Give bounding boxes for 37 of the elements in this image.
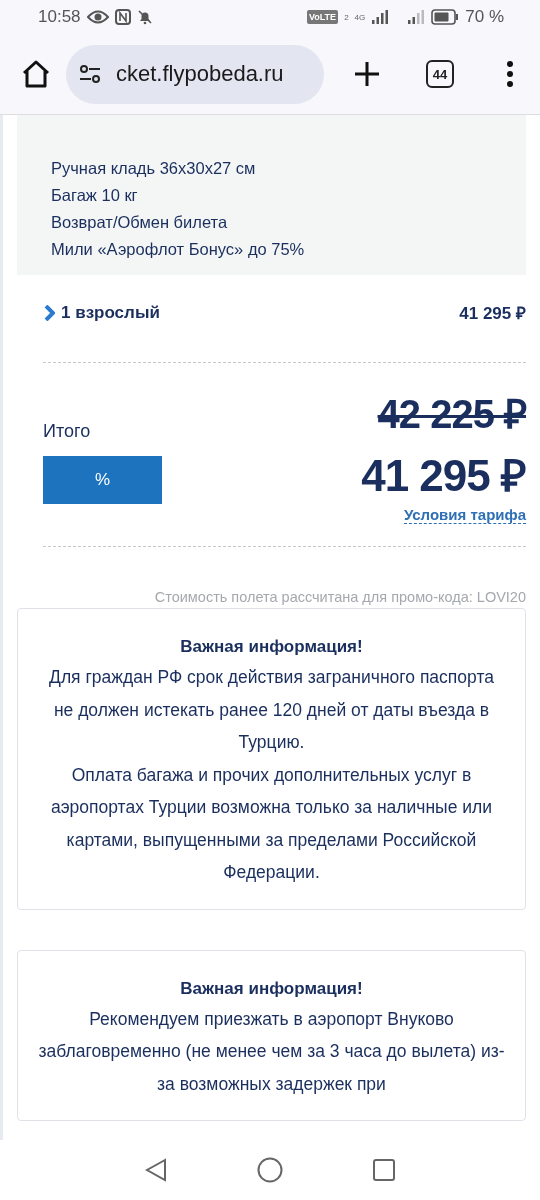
card-paragraph: Для граждан РФ срок действия заграничного паспорта не должен истекать ранее 120 дней от даты въезда в Турцию. (48, 666, 495, 754)
card-title: Важная информация! (179, 977, 364, 1000)
promo-note: Стоимость полета рассчитана для промо-кода: LOVI20 (153, 589, 526, 605)
home-icon[interactable] (20, 59, 52, 89)
passenger-label[interactable]: 1 взрослый (61, 302, 160, 323)
recents-icon[interactable] (373, 1159, 395, 1181)
more-menu-icon[interactable] (506, 61, 514, 87)
total-label: Итого (43, 421, 92, 442)
card-title: Важная информация! (179, 636, 364, 658)
muted-bell-icon (136, 9, 153, 25)
passenger-price: 41 295 ₽ (459, 303, 526, 324)
nfc-icon (114, 9, 131, 25)
card-paragraph: Рекомендуем приезжать в аэропорт Внуково заблаговременно (не менее чем за 3 часа до вылета) из-за возможных задержек при (38, 1007, 505, 1096)
volte-badge: VoLTE (306, 10, 339, 24)
chevron-right-icon[interactable] (43, 304, 55, 321)
tab-count[interactable]: 44 (426, 60, 454, 88)
eye-icon (86, 10, 109, 24)
site-settings-icon[interactable] (78, 64, 102, 84)
promo-code-button[interactable]: % (43, 456, 162, 504)
fare-feature: Ручная кладь 36x30x27 см (51, 159, 257, 178)
clock: 10:58 (38, 7, 81, 27)
network-type: 4G (354, 12, 366, 22)
sim-number: 2 (344, 12, 349, 22)
old-price: 42 225 ₽ (377, 391, 526, 438)
card-paragraph: Оплата багажа и прочих дополнительных услуг в аэропортах Турции возможна только за наличные или картами, выпущенными за пределами Российской Федерации. (49, 763, 494, 884)
signal-icon (371, 9, 390, 25)
total-price: 41 295 ₽ (361, 450, 526, 502)
fare-feature: Возврат/Обмен билета (51, 213, 229, 232)
fare-feature: Мили «Аэрофлот Бонус» до 75% (51, 240, 306, 259)
battery-percent: 70 % (465, 7, 504, 27)
new-tab-icon[interactable] (354, 61, 380, 87)
back-icon[interactable] (145, 1158, 167, 1182)
signal-icon (407, 9, 426, 25)
address-bar[interactable]: cket.flypobeda.ru (66, 44, 324, 104)
fare-feature: Багаж 10 кг (51, 186, 139, 205)
battery-icon (431, 9, 460, 25)
fare-conditions-link[interactable]: Условия тарифа (403, 506, 526, 524)
